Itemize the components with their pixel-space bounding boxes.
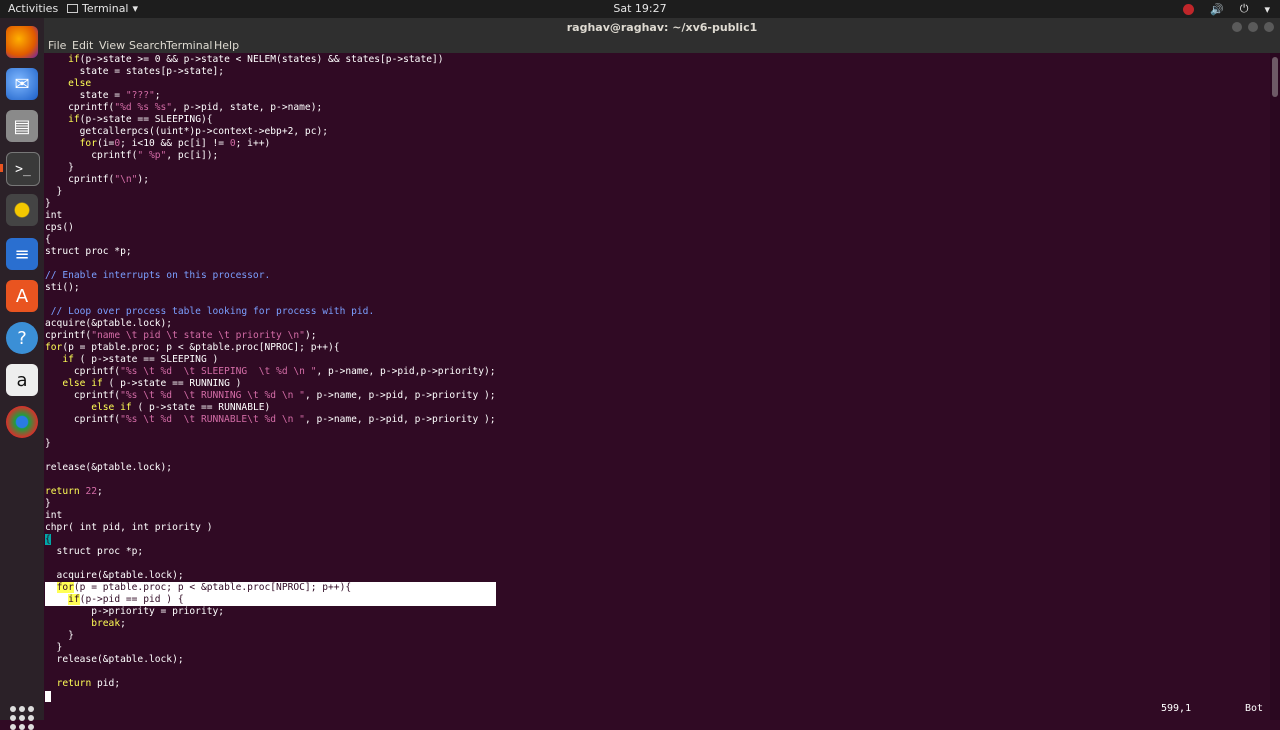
code-line: for(p = ptable.proc; p < &ptable.proc[NP…: [45, 582, 496, 594]
text-cursor: [45, 691, 51, 702]
code-line: }: [45, 198, 51, 209]
code-line: if ( p->state == SLEEPING ): [62, 354, 219, 365]
code-line: }: [45, 186, 63, 197]
code-line: sti();: [45, 282, 80, 293]
code-line: break;: [91, 618, 126, 629]
terminal-view[interactable]: if(p->state >= 0 && p->state < NELEM(sta…: [44, 53, 1270, 720]
rhythmbox-icon[interactable]: [6, 194, 38, 226]
code-line: if(p->pid == pid ) {: [45, 594, 496, 606]
code-line: release(&ptable.lock);: [45, 654, 184, 665]
menu-search[interactable]: Search: [129, 39, 167, 52]
code-line: {: [45, 234, 51, 245]
help-icon[interactable]: ?: [6, 322, 38, 354]
scroll-position: Bot: [1245, 703, 1264, 714]
active-indicator: [0, 164, 3, 172]
code-line: }: [45, 630, 74, 641]
code-line: else if ( p->state == RUNNING ): [62, 378, 242, 389]
terminal-icon[interactable]: >_: [6, 152, 40, 186]
window-controls: [1232, 22, 1274, 32]
code-line: else: [68, 78, 92, 89]
code-line: cprintf("%s \t %d \t RUNNABLE\t %d \n ",…: [45, 414, 496, 425]
code-line: struct proc *p;: [45, 546, 144, 557]
menu-file[interactable]: File: [48, 39, 66, 52]
code-line: else if ( p->state == RUNNABLE): [91, 402, 271, 413]
volume-icon[interactable]: 🔊: [1210, 3, 1224, 16]
amazon-icon[interactable]: a: [6, 364, 38, 396]
show-applications-button[interactable]: [10, 706, 34, 730]
menu-terminal[interactable]: Terminal: [166, 39, 213, 52]
menu-view[interactable]: View: [99, 39, 125, 52]
menu-bar: File Edit View Search Terminal Help: [44, 37, 1280, 53]
scrollbar-thumb[interactable]: [1272, 57, 1278, 97]
code-line: struct proc *p;: [45, 246, 132, 257]
code-line: int: [45, 510, 63, 521]
code-buffer[interactable]: if(p->state >= 0 && p->state < NELEM(sta…: [45, 54, 496, 690]
menu-help[interactable]: Help: [214, 39, 239, 52]
thunderbird-icon[interactable]: ✉: [6, 68, 38, 100]
code-line: // Enable interrupts on this processor.: [45, 270, 271, 281]
cursor-position: 599,1: [1161, 703, 1192, 714]
window-titlebar[interactable]: raghav@raghav: ~/xv6-public1: [44, 18, 1280, 37]
code-line: return pid;: [56, 678, 121, 689]
code-line: }: [45, 438, 51, 449]
code-line: cprintf("name \t pid \t state \t priorit…: [45, 330, 317, 341]
close-button[interactable]: [1264, 22, 1274, 32]
code-line: release(&ptable.lock);: [45, 462, 173, 473]
firefox-icon[interactable]: [6, 26, 38, 58]
code-line: getcallerpcs((uint*)p->context->ebp+2, p…: [45, 126, 329, 137]
code-line: }: [45, 498, 51, 509]
top-bar: Activities Terminal ▾ Sat 19:27 🔊 ⏻ ▾: [0, 0, 1280, 18]
code-line: cprintf("\n");: [45, 174, 149, 185]
chevron-down-icon[interactable]: ▾: [1264, 3, 1270, 16]
software-center-icon[interactable]: A: [6, 280, 38, 312]
clock[interactable]: Sat 19:27: [0, 2, 1280, 15]
scrollbar[interactable]: [1270, 53, 1280, 720]
code-line: acquire(&ptable.lock);: [45, 570, 184, 581]
code-line: cprintf("%s \t %d \t RUNNING \t %d \n ",…: [45, 390, 496, 401]
system-tray[interactable]: 🔊 ⏻ ▾: [1183, 2, 1270, 16]
code-line: }: [45, 642, 63, 653]
code-line: if(p->state == SLEEPING){: [68, 114, 213, 125]
code-line: cps(): [45, 222, 74, 233]
code-line: for(i=0; i<10 && pc[i] != 0; i++): [79, 138, 271, 149]
code-line: int: [45, 210, 63, 221]
dock: ✉ ▤ >_ ≡ A ? a: [0, 18, 44, 730]
window-title: raghav@raghav: ~/xv6-public1: [566, 21, 758, 34]
maximize-button[interactable]: [1248, 22, 1258, 32]
recording-icon[interactable]: [1183, 3, 1195, 15]
writer-icon[interactable]: ≡: [6, 238, 38, 270]
chromium-icon[interactable]: [6, 406, 38, 438]
code-line: }: [45, 162, 74, 173]
code-line: acquire(&ptable.lock);: [45, 318, 173, 329]
code-line: state = "???";: [45, 90, 161, 101]
code-line: return 22;: [45, 486, 103, 497]
code-line: // Loop over process table looking for p…: [50, 306, 375, 317]
menu-edit[interactable]: Edit: [72, 39, 93, 52]
code-line: cprintf("%d %s %s", p->pid, state, p->na…: [45, 102, 323, 113]
code-line: chpr( int pid, int priority ): [45, 522, 213, 533]
minimize-button[interactable]: [1232, 22, 1242, 32]
code-line: {: [45, 534, 51, 545]
code-line: state = states[p->state];: [45, 66, 225, 77]
code-line: if(p->state >= 0 && p->state < NELEM(sta…: [68, 54, 444, 65]
code-line: cprintf(" %p", pc[i]);: [45, 150, 219, 161]
code-line: for(p = ptable.proc; p < &ptable.proc[NP…: [45, 342, 340, 353]
code-line: cprintf("%s \t %d \t SLEEPING \t %d \n "…: [45, 366, 496, 377]
files-icon[interactable]: ▤: [6, 110, 38, 142]
power-icon[interactable]: ⏻: [1240, 2, 1249, 16]
code-line: p->priority = priority;: [45, 606, 225, 617]
